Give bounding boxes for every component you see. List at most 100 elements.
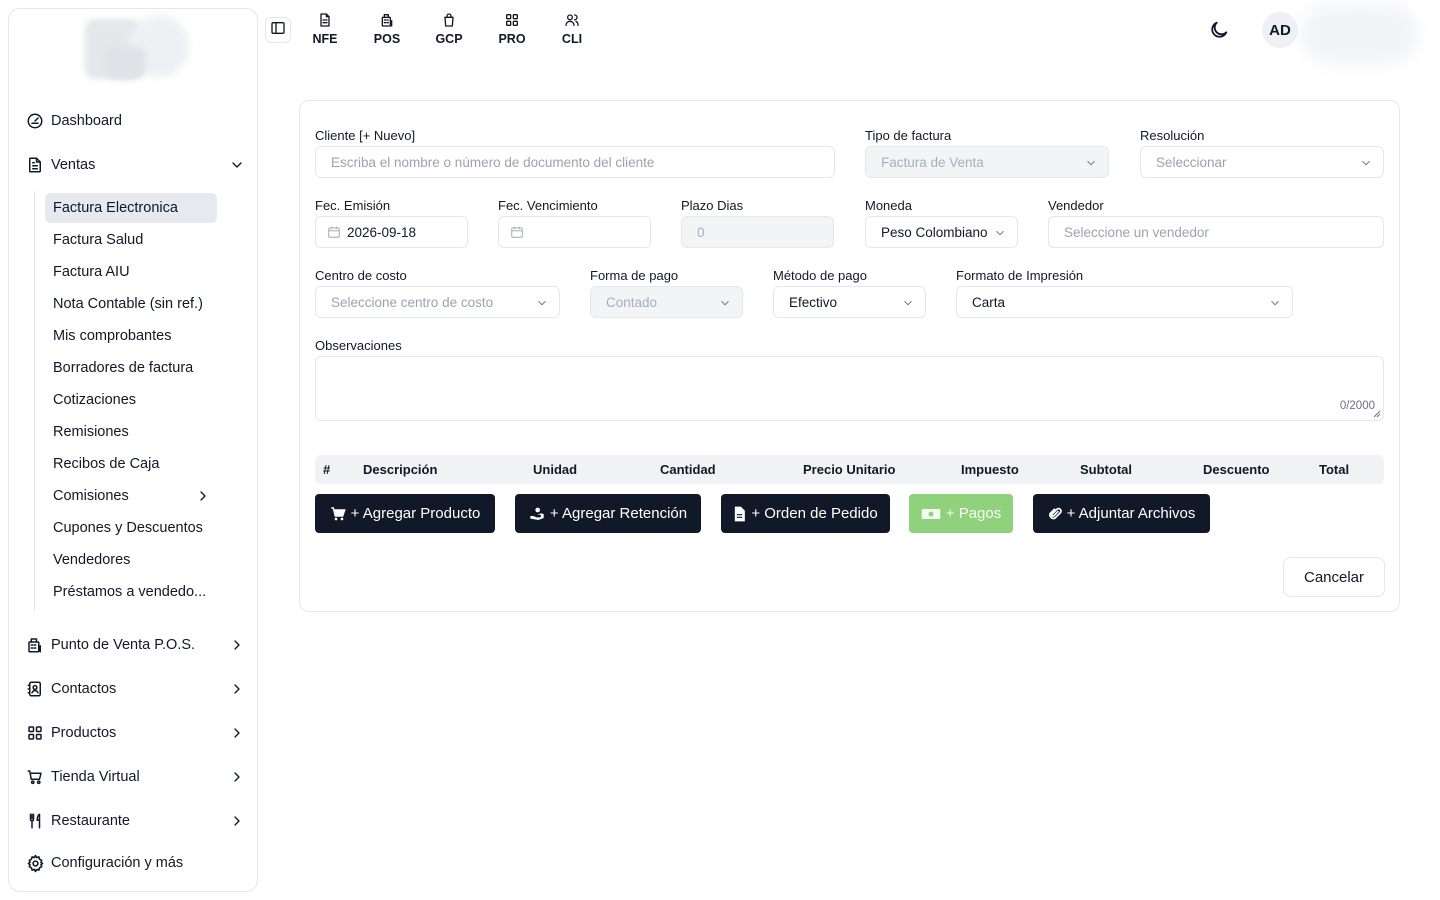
vendedor-select[interactable]: Seleccione un vendedor	[1048, 216, 1384, 248]
sidebar-item-label: Tienda Virtual	[51, 769, 140, 785]
moneda-select[interactable]: Peso Colombiano	[865, 216, 1018, 248]
avatar[interactable]: AD	[1262, 12, 1298, 48]
column-header: Total	[1319, 462, 1350, 477]
fec-vencimiento-input[interactable]	[498, 216, 651, 248]
sidebar-item-label: Dashboard	[51, 113, 122, 129]
sidebar: Dashboard Ventas Factura Electronica Fac…	[8, 8, 258, 892]
sidebar-subitem-factura-salud[interactable]: Factura Salud	[45, 225, 217, 255]
resolucion-label: Resolución	[1140, 128, 1205, 143]
column-header: Cantidad	[660, 462, 716, 477]
sidebar-item-restaurante[interactable]: Restaurante	[25, 806, 247, 836]
users-icon	[565, 14, 579, 26]
tipo-factura-select[interactable]: Factura de Venta	[865, 146, 1109, 178]
metodo-pago-label: Método de pago	[773, 268, 867, 283]
pos-icon	[25, 635, 45, 655]
sidebar-subitem-factura-electronica[interactable]: Factura Electronica	[45, 193, 217, 223]
chevron-right-icon	[229, 813, 245, 829]
sidebar-subitem-factura-aiu[interactable]: Factura AIU	[45, 257, 217, 287]
sidebar-subitem-nota-contable[interactable]: Nota Contable (sin ref.)	[45, 289, 217, 319]
sidebar-item-dashboard[interactable]: Dashboard	[25, 106, 247, 136]
attach-files-button[interactable]: + Adjuntar Archivos	[1033, 494, 1210, 533]
chevron-down-icon	[993, 226, 1007, 240]
sidebar-toggle-button[interactable]	[265, 17, 291, 43]
topnav-cli[interactable]: CLI	[558, 12, 586, 50]
resize-grip-icon[interactable]	[1373, 410, 1381, 418]
money-icon	[921, 508, 941, 519]
chevron-down-icon	[1268, 296, 1282, 310]
add-product-button[interactable]: + Agregar Producto	[315, 494, 495, 533]
sidebar-subitem-comisiones[interactable]: Comisiones	[45, 481, 217, 511]
chevron-right-icon	[195, 488, 211, 504]
grid-icon	[25, 723, 45, 743]
centro-costo-label: Centro de costo	[315, 268, 407, 283]
char-counter: 0/2000	[1339, 400, 1375, 412]
calendar-icon	[510, 225, 524, 239]
chevron-down-icon	[901, 296, 915, 310]
topnav-pos[interactable]: POS	[372, 12, 402, 50]
topnav-gcp[interactable]: GCP	[434, 12, 464, 50]
chevron-down-icon	[535, 296, 549, 310]
chevron-right-icon	[229, 681, 245, 697]
calendar-icon	[327, 225, 341, 239]
sidebar-subitem-vendedores[interactable]: Vendedores	[45, 545, 217, 575]
formato-impresion-select[interactable]: Carta	[956, 286, 1293, 318]
sidebar-item-ventas[interactable]: Ventas	[25, 150, 247, 180]
forma-pago-select[interactable]: Contado	[590, 286, 743, 318]
topnav-nfe[interactable]: NFE	[311, 12, 339, 50]
sidebar-item-contactos[interactable]: Contactos	[25, 674, 247, 704]
vendedor-label: Vendedor	[1048, 198, 1104, 213]
sidebar-item-label: Ventas	[51, 157, 96, 173]
order-button[interactable]: + Orden de Pedido	[721, 494, 890, 533]
observaciones-textarea[interactable]: 0/2000	[315, 356, 1384, 421]
topnav-pro[interactable]: PRO	[497, 12, 527, 50]
plazo-dias-input[interactable]: 0	[681, 216, 834, 248]
user-name-blurred	[1300, 4, 1418, 64]
sidebar-subitem-cupones[interactable]: Cupones y Descuentos	[45, 513, 217, 543]
pos-icon	[381, 14, 393, 27]
sidebar-item-label: Productos	[51, 725, 117, 741]
grid-icon	[506, 13, 518, 26]
add-retention-button[interactable]: + Agregar Retención	[515, 494, 701, 533]
column-header: Descuento	[1203, 462, 1270, 477]
sidebar-subitem-recibos-caja[interactable]: Recibos de Caja	[45, 449, 217, 479]
hand-coin-icon	[530, 507, 544, 520]
utensils-icon	[25, 811, 45, 831]
items-table-header: # Descripción Unidad Cantidad Precio Uni…	[315, 455, 1384, 484]
fec-vencimiento-label: Fec. Vencimiento	[498, 198, 598, 213]
sidebar-item-tienda-virtual[interactable]: Tienda Virtual	[25, 762, 247, 792]
fec-emision-label: Fec. Emisión	[315, 198, 391, 213]
moon-icon	[1208, 21, 1230, 45]
resolucion-select[interactable]: Seleccionar	[1140, 146, 1384, 178]
fec-emision-input[interactable]: 2026-09-18	[315, 216, 468, 248]
gauge-icon	[25, 111, 45, 131]
sidebar-subitem-prestamos[interactable]: Préstamos a vendedo...	[45, 577, 217, 607]
bag-icon	[444, 13, 454, 27]
file-icon	[735, 506, 746, 521]
file-icon	[320, 13, 330, 27]
cancel-button[interactable]: Cancelar	[1283, 557, 1385, 597]
sidebar-subitem-borradores[interactable]: Borradores de factura	[45, 353, 217, 383]
sidebar-subitem-remisiones[interactable]: Remisiones	[45, 417, 217, 447]
sidebar-subitem-mis-comprobantes[interactable]: Mis comprobantes	[45, 321, 217, 351]
chevron-down-icon	[1084, 156, 1098, 170]
gear-icon	[25, 853, 45, 873]
sidebar-subitem-cotizaciones[interactable]: Cotizaciones	[45, 385, 217, 415]
chevron-right-icon	[229, 725, 245, 741]
chevron-right-icon	[229, 769, 245, 785]
sidebar-item-configuracion[interactable]: Configuración y más	[25, 848, 247, 878]
chevron-down-icon	[1359, 156, 1373, 170]
sidebar-item-productos[interactable]: Productos	[25, 718, 247, 748]
metodo-pago-select[interactable]: Efectivo	[773, 286, 926, 318]
centro-costo-select[interactable]: Seleccione centro de costo	[315, 286, 560, 318]
sidebar-item-label: Punto de Venta P.O.S.	[51, 637, 196, 653]
payments-button[interactable]: + Pagos	[909, 494, 1013, 533]
cliente-label[interactable]: Cliente [+ Nuevo]	[315, 128, 415, 143]
moneda-label: Moneda	[865, 198, 912, 213]
sidebar-item-pos[interactable]: Punto de Venta P.O.S.	[25, 630, 247, 660]
chevron-down-icon	[718, 296, 732, 310]
panel-left-icon	[270, 20, 286, 41]
company-logo	[81, 11, 191, 83]
theme-toggle-button[interactable]	[1208, 19, 1230, 41]
cliente-input[interactable]: Escriba el nombre o número de documento …	[315, 146, 835, 178]
sidebar-subitem-label: Comisiones	[53, 488, 129, 504]
